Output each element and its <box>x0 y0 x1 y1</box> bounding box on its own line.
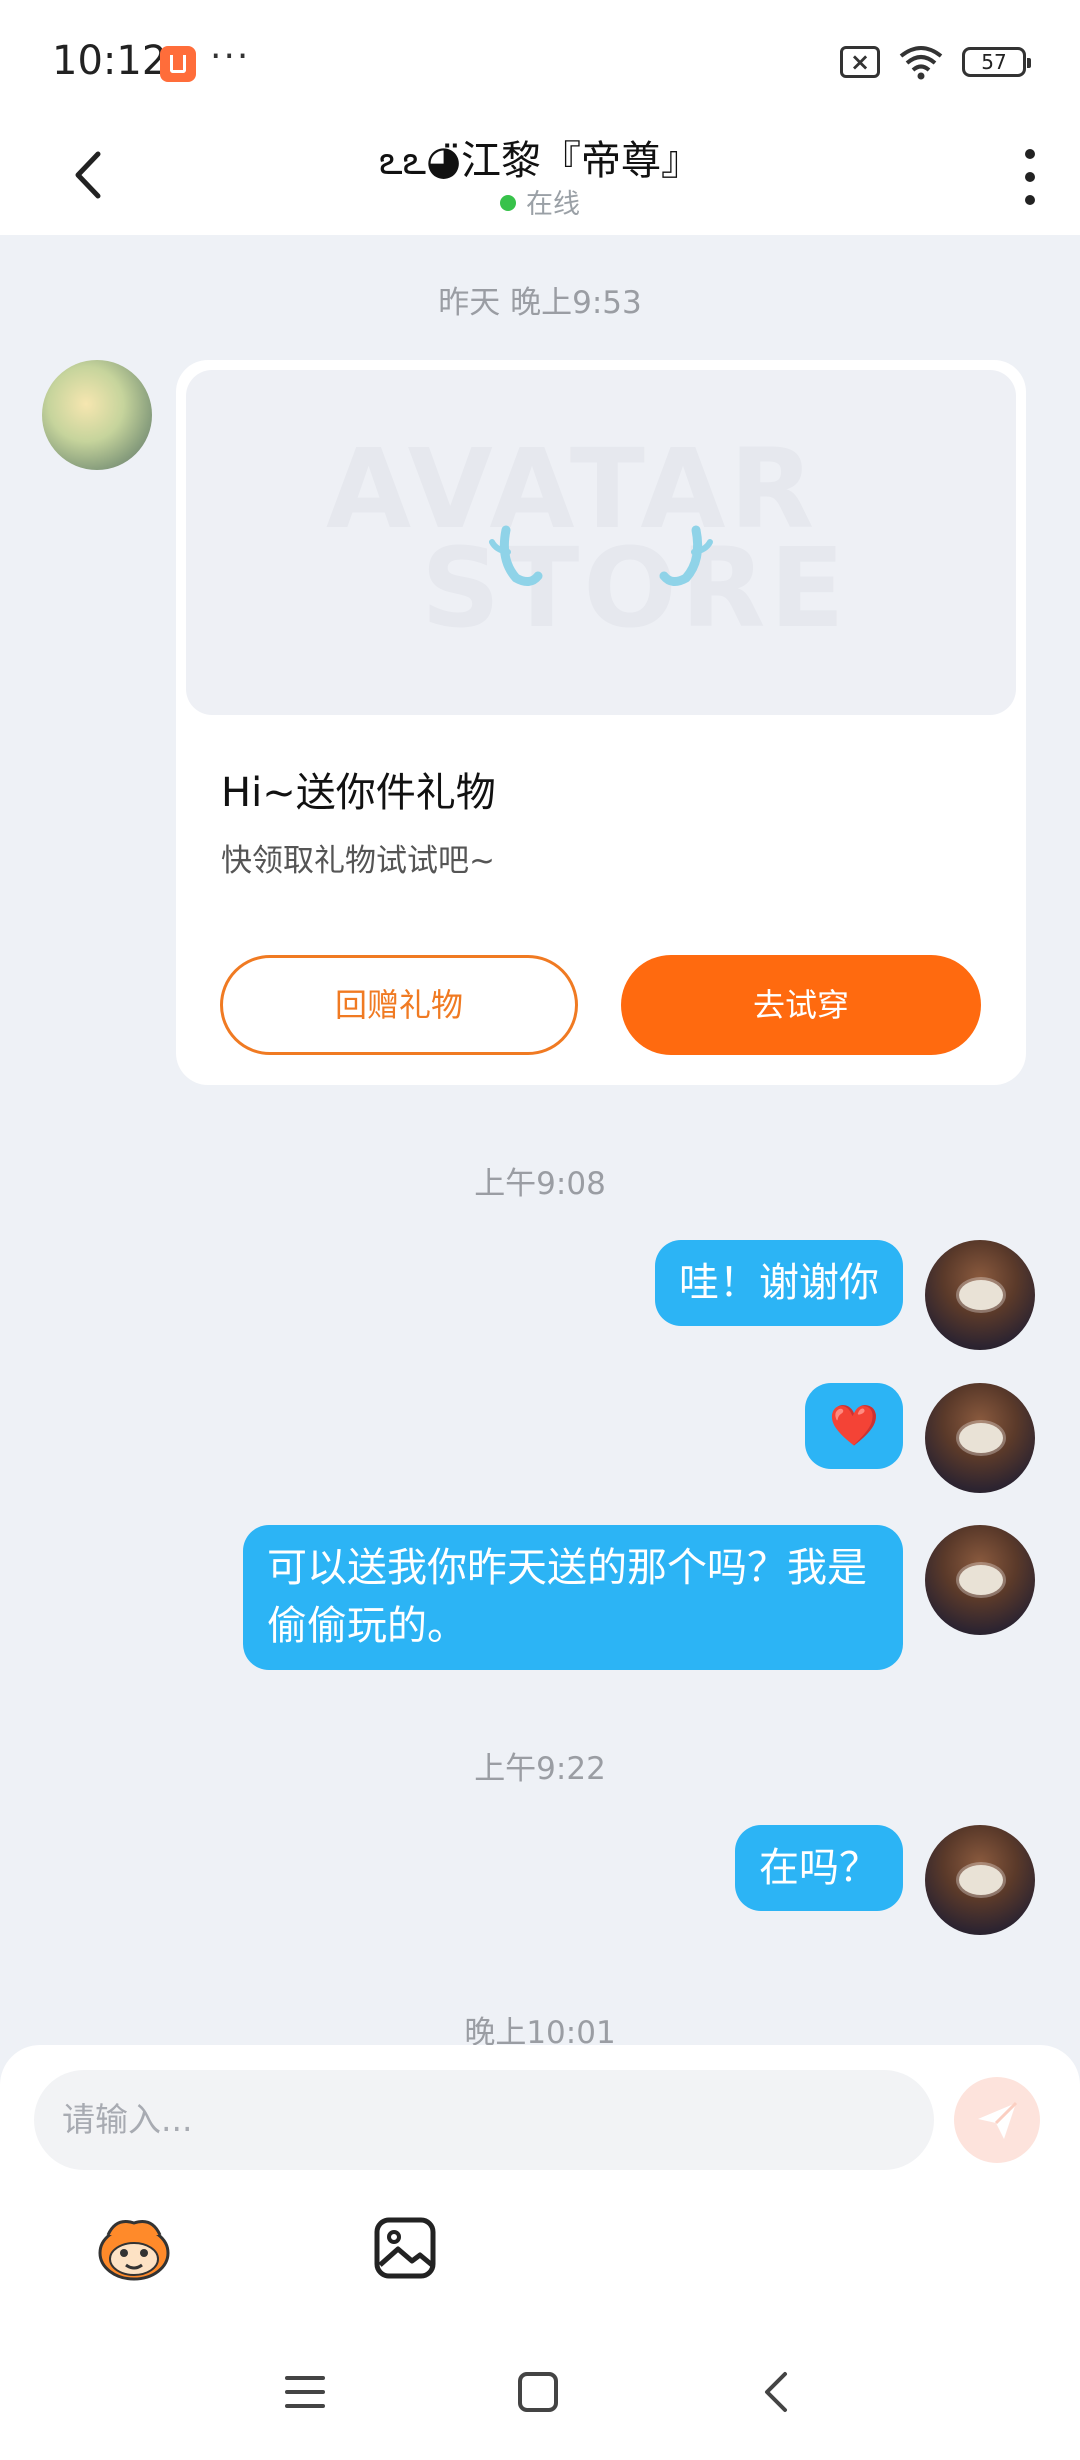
menu-icon[interactable] <box>285 2372 325 2412</box>
message-input[interactable]: 请输入... <box>34 2070 934 2170</box>
gift-subtitle: 快领取礼物试试吧~ <box>221 843 495 879</box>
antler-right-icon <box>659 525 713 586</box>
try-on-button[interactable]: 去试穿 <box>621 955 981 1055</box>
timestamp: 上午9:22 <box>474 1751 606 1787</box>
status-time: 10:12 <box>52 38 168 84</box>
more-vertical-icon[interactable] <box>1010 142 1050 212</box>
online-dot-icon <box>500 194 516 211</box>
online-status-label: 在线 <box>526 189 580 220</box>
send-button[interactable] <box>954 2077 1040 2163</box>
status-bar: 10:12 ··· × 57 <box>0 0 1080 120</box>
self-avatar[interactable] <box>925 1383 1035 1493</box>
home-icon[interactable] <box>518 2372 558 2412</box>
self-avatar[interactable] <box>925 1825 1035 1935</box>
more-notifications-icon: ··· <box>210 36 251 77</box>
return-gift-button[interactable]: 回赠礼物 <box>220 955 578 1055</box>
chat-header: ఽఽ◕̈江黎『帝尊』 在线 <box>0 120 1080 235</box>
message-bubble[interactable]: 在吗？ <box>735 1825 903 1911</box>
timestamp: 昨天 晚上9:53 <box>438 285 642 321</box>
self-avatar[interactable] <box>925 1240 1035 1350</box>
self-avatar[interactable] <box>925 1525 1035 1635</box>
peer-avatar[interactable] <box>42 360 152 470</box>
app-notification-icon <box>160 46 196 82</box>
timestamp: 上午9:08 <box>474 1166 606 1202</box>
gift-card[interactable]: AVATAR STORE Hi~送你件礼物 快领取礼物试试吧~ 回赠礼物 去试穿 <box>176 360 1026 1085</box>
message-bubble[interactable]: ❤️ <box>805 1383 903 1469</box>
no-sim-icon: × <box>840 46 880 78</box>
peer-online-status: 在线 <box>0 182 1080 221</box>
system-navigation-bar <box>0 2340 1080 2460</box>
gift-watermark: AVATAR STORE <box>326 425 849 652</box>
gift-image[interactable]: AVATAR STORE <box>186 370 1016 715</box>
send-icon <box>978 2101 1018 2139</box>
gift-title: Hi~送你件礼物 <box>221 770 496 816</box>
image-icon[interactable] <box>372 2215 438 2281</box>
chat-message-list[interactable]: 昨天 晚上9:53 AVATAR STORE Hi~送你件礼物 快领取礼物试试吧… <box>0 235 1080 2045</box>
emoji-icon[interactable] <box>94 2213 174 2283</box>
status-indicators: × 57 <box>840 44 1031 80</box>
message-bubble[interactable]: 可以送我你昨天送的那个吗？我是偷偷玩的。 <box>243 1525 903 1670</box>
battery-indicator: 57 <box>962 47 1031 77</box>
back-nav-icon[interactable] <box>757 2370 797 2414</box>
antler-left-icon <box>489 525 543 586</box>
message-bubble[interactable]: 哇！谢谢你 <box>655 1240 903 1326</box>
wifi-icon <box>899 46 943 80</box>
timestamp: 晚上10:01 <box>464 2015 616 2045</box>
